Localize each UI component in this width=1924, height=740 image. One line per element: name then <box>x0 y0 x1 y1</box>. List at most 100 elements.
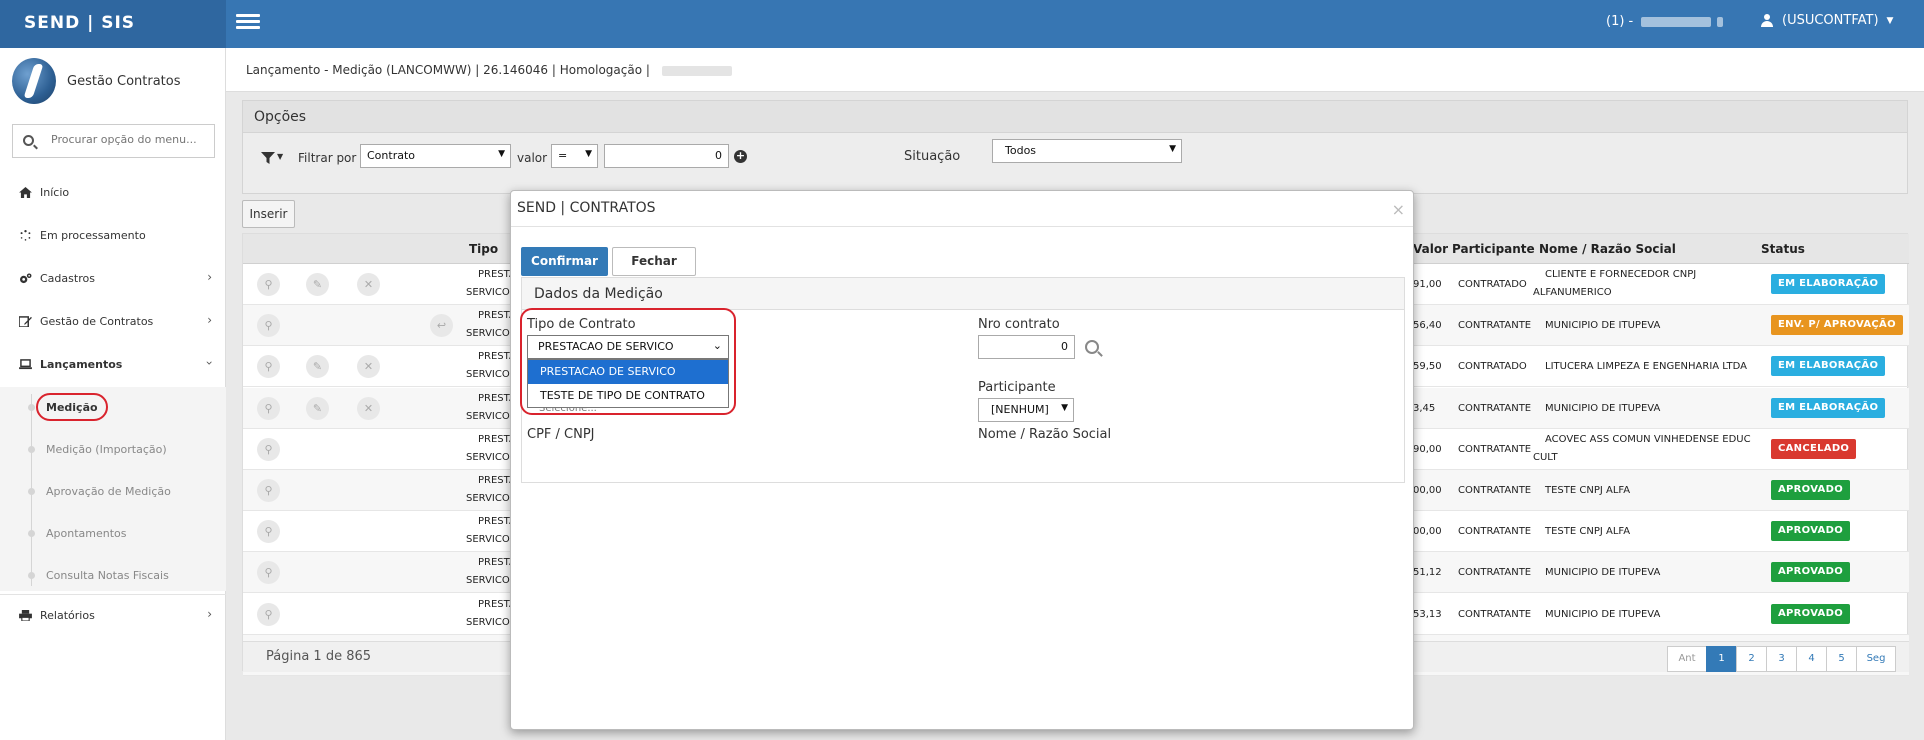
sidebar-item-relatorios[interactable]: Relatórios › <box>0 594 226 636</box>
view-icon[interactable]: ⚲ <box>257 273 280 296</box>
confirm-button[interactable]: Confirmar <box>521 247 608 276</box>
chevron-down-icon: ▼ <box>1169 144 1176 154</box>
cell-tipo: SERVICO <box>466 451 510 463</box>
laptop-icon <box>19 359 32 370</box>
company-prefix: (1) - <box>1606 14 1634 29</box>
insert-button[interactable]: Inserir <box>242 200 295 228</box>
pager-page-4[interactable]: 4 <box>1796 646 1827 672</box>
close-icon[interactable]: × <box>1392 200 1405 219</box>
view-icon[interactable]: ⚲ <box>257 479 280 502</box>
header-valor[interactable]: Valor <box>1413 242 1448 256</box>
cell-valor: 51,12 <box>1413 567 1442 579</box>
menu-search-input[interactable] <box>51 133 206 146</box>
cell-nome: TESTE CNPJ ALFA <box>1545 485 1631 496</box>
submenu-item-consulta-notas[interactable]: Consulta Notas Fiscais <box>46 569 169 582</box>
blurred-mark <box>1717 16 1724 27</box>
edit-icon[interactable]: ✎ <box>306 355 329 379</box>
pager-page-5[interactable]: 5 <box>1826 646 1857 672</box>
status-badge: CANCELADO <box>1771 438 1857 459</box>
sidebar-item-gestao-contratos[interactable]: Gestão de Contratos › <box>0 301 226 343</box>
modal-header: SEND | CONTRATOS × <box>511 191 1413 227</box>
header-nome[interactable]: Nome / Razão Social <box>1539 242 1676 256</box>
cell-tipo: SERVICO <box>466 287 510 298</box>
chevron-down-icon: › <box>202 360 217 366</box>
header-participante[interactable]: Participante <box>1452 242 1535 256</box>
view-icon[interactable]: ⚲ <box>257 520 280 544</box>
user-name: (USUCONTFAT) <box>1782 13 1879 28</box>
submenu-dot <box>28 572 35 579</box>
top-bar: SEND | SIS (1) - (USUCONTFAT) ▼ <box>0 0 1924 48</box>
pager-prev[interactable]: Ant <box>1667 646 1707 672</box>
submenu-item-apontamentos[interactable]: Apontamentos <box>46 527 127 540</box>
status-badge: EM ELABORAÇÃO <box>1771 397 1886 418</box>
cell-participante: CONTRATADO <box>1458 279 1527 290</box>
page-info: Página 1 de 865 <box>266 649 372 664</box>
submenu-dot <box>28 404 35 411</box>
sidebar-item-label: Gestão de Contratos <box>40 315 154 328</box>
module-name: Gestão Contratos <box>67 74 181 89</box>
user-icon <box>1760 13 1774 28</box>
contract-modal: SEND | CONTRATOS × Confirmar Fechar Dado… <box>510 190 1414 730</box>
view-icon[interactable]: ⚲ <box>257 355 280 379</box>
sidebar-item-label: Cadastros <box>40 272 95 285</box>
delete-icon[interactable]: ✕ <box>357 355 380 379</box>
edit-icon[interactable]: ✎ <box>306 273 329 296</box>
cell-nome: LITUCERA LIMPEZA E ENGENHARIA LTDA <box>1545 361 1747 373</box>
cell-participante: CONTRATANTE <box>1458 526 1532 538</box>
search-icon[interactable] <box>1085 340 1099 354</box>
home-icon <box>19 187 32 198</box>
add-filter-icon[interactable]: + <box>734 150 747 163</box>
brand-title[interactable]: SEND | SIS <box>0 0 226 48</box>
view-icon[interactable]: ⚲ <box>257 602 280 626</box>
cell-valor: 91,00 <box>1413 279 1442 290</box>
header-status[interactable]: Status <box>1761 242 1805 256</box>
delete-icon[interactable]: ✕ <box>357 396 380 420</box>
pager-page-1[interactable]: 1 <box>1706 646 1737 672</box>
sidebar-item-inicio[interactable]: Início <box>0 172 226 214</box>
view-icon[interactable]: ⚲ <box>257 396 280 420</box>
pager-next[interactable]: Seg <box>1856 646 1896 672</box>
nome-razao-label: Nome / Razão Social <box>978 427 1112 442</box>
submenu-dot <box>28 446 35 453</box>
submenu-item-medicao-importacao[interactable]: Medição (Importação) <box>46 443 167 456</box>
edit-icon[interactable]: ✎ <box>306 396 329 420</box>
cell-valor: 3,45 <box>1413 402 1436 414</box>
filter-field-select[interactable]: Contrato ▼ <box>360 144 511 168</box>
undo-icon[interactable]: ↩ <box>430 314 453 338</box>
chevron-down-icon: ▼ <box>585 149 592 159</box>
submenu-item-aprovacao-medicao[interactable]: Aprovação de Medição <box>46 485 171 498</box>
cell-tipo: SERVICO <box>466 493 510 504</box>
operator-value: = <box>558 149 568 162</box>
user-menu[interactable]: (USUCONTFAT) ▼ <box>1760 13 1893 28</box>
sidebar: Gestão Contratos Início Em processamento… <box>0 48 226 740</box>
value-input[interactable]: 0 <box>604 144 729 168</box>
cell-valor: 56,40 <box>1413 320 1442 332</box>
chevron-right-icon: › <box>207 270 212 284</box>
situacao-select[interactable]: Todos ▼ <box>992 139 1182 163</box>
delete-icon[interactable]: ✕ <box>357 273 380 296</box>
participante-select[interactable]: [NENHUM] ▼ <box>978 398 1074 422</box>
status-badge: APROVADO <box>1771 480 1851 500</box>
header-tipo[interactable]: Tipo <box>469 242 498 256</box>
menu-toggle-icon[interactable] <box>236 14 260 32</box>
cpf-cnpj-label: CPF / CNPJ <box>527 427 595 442</box>
nro-contrato-input[interactable]: 0 <box>978 335 1075 359</box>
cell-participante: CONTRATANTE <box>1458 443 1532 455</box>
cell-valor: 59,50 <box>1413 361 1442 373</box>
view-icon[interactable]: ⚲ <box>257 561 280 585</box>
view-icon[interactable]: ⚲ <box>257 437 280 461</box>
cell-valor: 00,00 <box>1413 485 1442 496</box>
sidebar-item-cadastros[interactable]: Cadastros › <box>0 258 226 300</box>
close-button[interactable]: Fechar <box>612 247 696 276</box>
sidebar-item-lancamentos[interactable]: Lançamentos › <box>0 344 226 386</box>
search-icon <box>23 135 34 146</box>
pager-page-3[interactable]: 3 <box>1766 646 1797 672</box>
pager-page-2[interactable]: 2 <box>1736 646 1767 672</box>
filter-field-value: Contrato <box>367 149 416 162</box>
sidebar-item-em-processamento[interactable]: Em processamento <box>0 215 226 257</box>
view-icon[interactable]: ⚲ <box>257 314 280 338</box>
filter-icon[interactable] <box>261 151 275 165</box>
operator-select[interactable]: = ▼ <box>551 144 598 168</box>
send-logo-icon <box>12 58 56 104</box>
situacao-value: Todos <box>1005 144 1037 157</box>
